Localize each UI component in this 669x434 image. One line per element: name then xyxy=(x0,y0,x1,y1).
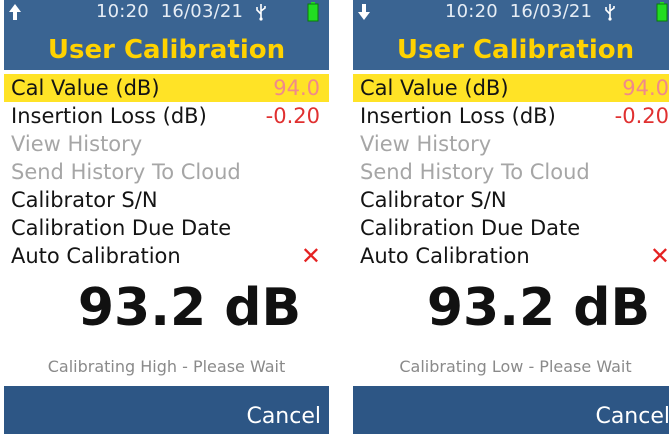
menu-item-label: Insertion Loss (dB) xyxy=(11,104,207,128)
battery-icon xyxy=(307,2,319,22)
menu-item-calibration-due-date[interactable]: Calibration Due Date xyxy=(353,214,669,242)
calibration-menu: Cal Value (dB) 94.0 Insertion Loss (dB) … xyxy=(353,74,669,270)
calibration-screen-low: 10:20 16/03/21 User Calibration Cal Valu… xyxy=(353,0,669,434)
cal-value: 94.0 xyxy=(622,76,669,100)
insertion-loss-value: -0.20 xyxy=(265,104,320,128)
menu-item-auto-calibration[interactable]: Auto Calibration ✕ xyxy=(4,242,329,270)
menu-item-insertion-loss[interactable]: Insertion Loss (dB) -0.20 xyxy=(353,102,669,130)
footer-bar: Cancel xyxy=(4,386,329,434)
calibration-menu: Cal Value (dB) 94.0 Insertion Loss (dB) … xyxy=(4,74,329,270)
menu-item-send-history: Send History To Cloud xyxy=(4,158,329,186)
calibration-status: Calibrating Low - Please Wait xyxy=(399,357,632,376)
arrow-up-icon xyxy=(9,4,21,20)
menu-item-label: Calibrator S/N xyxy=(11,188,158,212)
menu-item-label: Insertion Loss (dB) xyxy=(360,104,556,128)
menu-item-label: View History xyxy=(11,132,143,156)
menu-item-view-history: View History xyxy=(4,130,329,158)
time: 10:20 xyxy=(96,1,149,22)
header-bar: 10:20 16/03/21 User Calibration xyxy=(353,0,669,70)
menu-item-label: Calibrator S/N xyxy=(360,188,507,212)
level-reading-value: 93.2 dB xyxy=(77,278,302,338)
menu-item-label: Calibration Due Date xyxy=(360,216,581,240)
menu-item-label: Send History To Cloud xyxy=(11,160,241,184)
date: 16/03/21 xyxy=(509,1,593,22)
menu-item-label: Send History To Cloud xyxy=(360,160,590,184)
close-icon: ✕ xyxy=(300,242,321,270)
battery-icon xyxy=(656,2,668,22)
arrow-down-icon xyxy=(358,4,370,20)
menu-item-label: View History xyxy=(360,132,492,156)
page-title: User Calibration xyxy=(396,35,635,65)
page-title: User Calibration xyxy=(47,35,286,65)
menu-item-calibrator-sn[interactable]: Calibrator S/N xyxy=(4,186,329,214)
calibration-screen-high: 10:20 16/03/21 User Calibration Cal Valu… xyxy=(4,0,329,434)
menu-item-send-history: Send History To Cloud xyxy=(353,158,669,186)
clock: 10:20 16/03/21 xyxy=(445,2,592,22)
menu-item-calibration-due-date[interactable]: Calibration Due Date xyxy=(4,214,329,242)
level-reading: 93.2 dB xyxy=(4,278,329,338)
menu-item-auto-calibration[interactable]: Auto Calibration ✕ xyxy=(353,242,669,270)
header-bar: 10:20 16/03/21 User Calibration xyxy=(4,0,329,70)
cancel-button[interactable]: Cancel xyxy=(595,403,669,431)
menu-item-label: Auto Calibration xyxy=(360,244,530,268)
level-reading-value: 93.2 dB xyxy=(426,278,651,338)
menu-item-cal-value[interactable]: Cal Value (dB) 94.0 xyxy=(4,74,329,102)
clock: 10:20 16/03/21 xyxy=(96,2,243,22)
menu-item-label: Cal Value (dB) xyxy=(360,76,509,100)
date: 16/03/21 xyxy=(160,1,244,22)
menu-item-cal-value[interactable]: Cal Value (dB) 94.0 xyxy=(353,74,669,102)
cal-value: 94.0 xyxy=(273,76,320,100)
calibration-status: Calibrating High - Please Wait xyxy=(47,357,286,376)
menu-item-label: Auto Calibration xyxy=(11,244,181,268)
footer-bar: Cancel xyxy=(353,386,669,434)
insertion-loss-value: -0.20 xyxy=(614,104,669,128)
usb-icon xyxy=(605,4,615,21)
menu-item-insertion-loss[interactable]: Insertion Loss (dB) -0.20 xyxy=(4,102,329,130)
menu-item-label: Cal Value (dB) xyxy=(11,76,160,100)
close-icon: ✕ xyxy=(649,242,669,270)
menu-item-label: Calibration Due Date xyxy=(11,216,232,240)
level-reading: 93.2 dB xyxy=(353,278,669,338)
cancel-button[interactable]: Cancel xyxy=(246,403,321,431)
menu-item-calibrator-sn[interactable]: Calibrator S/N xyxy=(353,186,669,214)
usb-icon xyxy=(256,4,266,21)
time: 10:20 xyxy=(445,1,498,22)
menu-item-view-history: View History xyxy=(353,130,669,158)
